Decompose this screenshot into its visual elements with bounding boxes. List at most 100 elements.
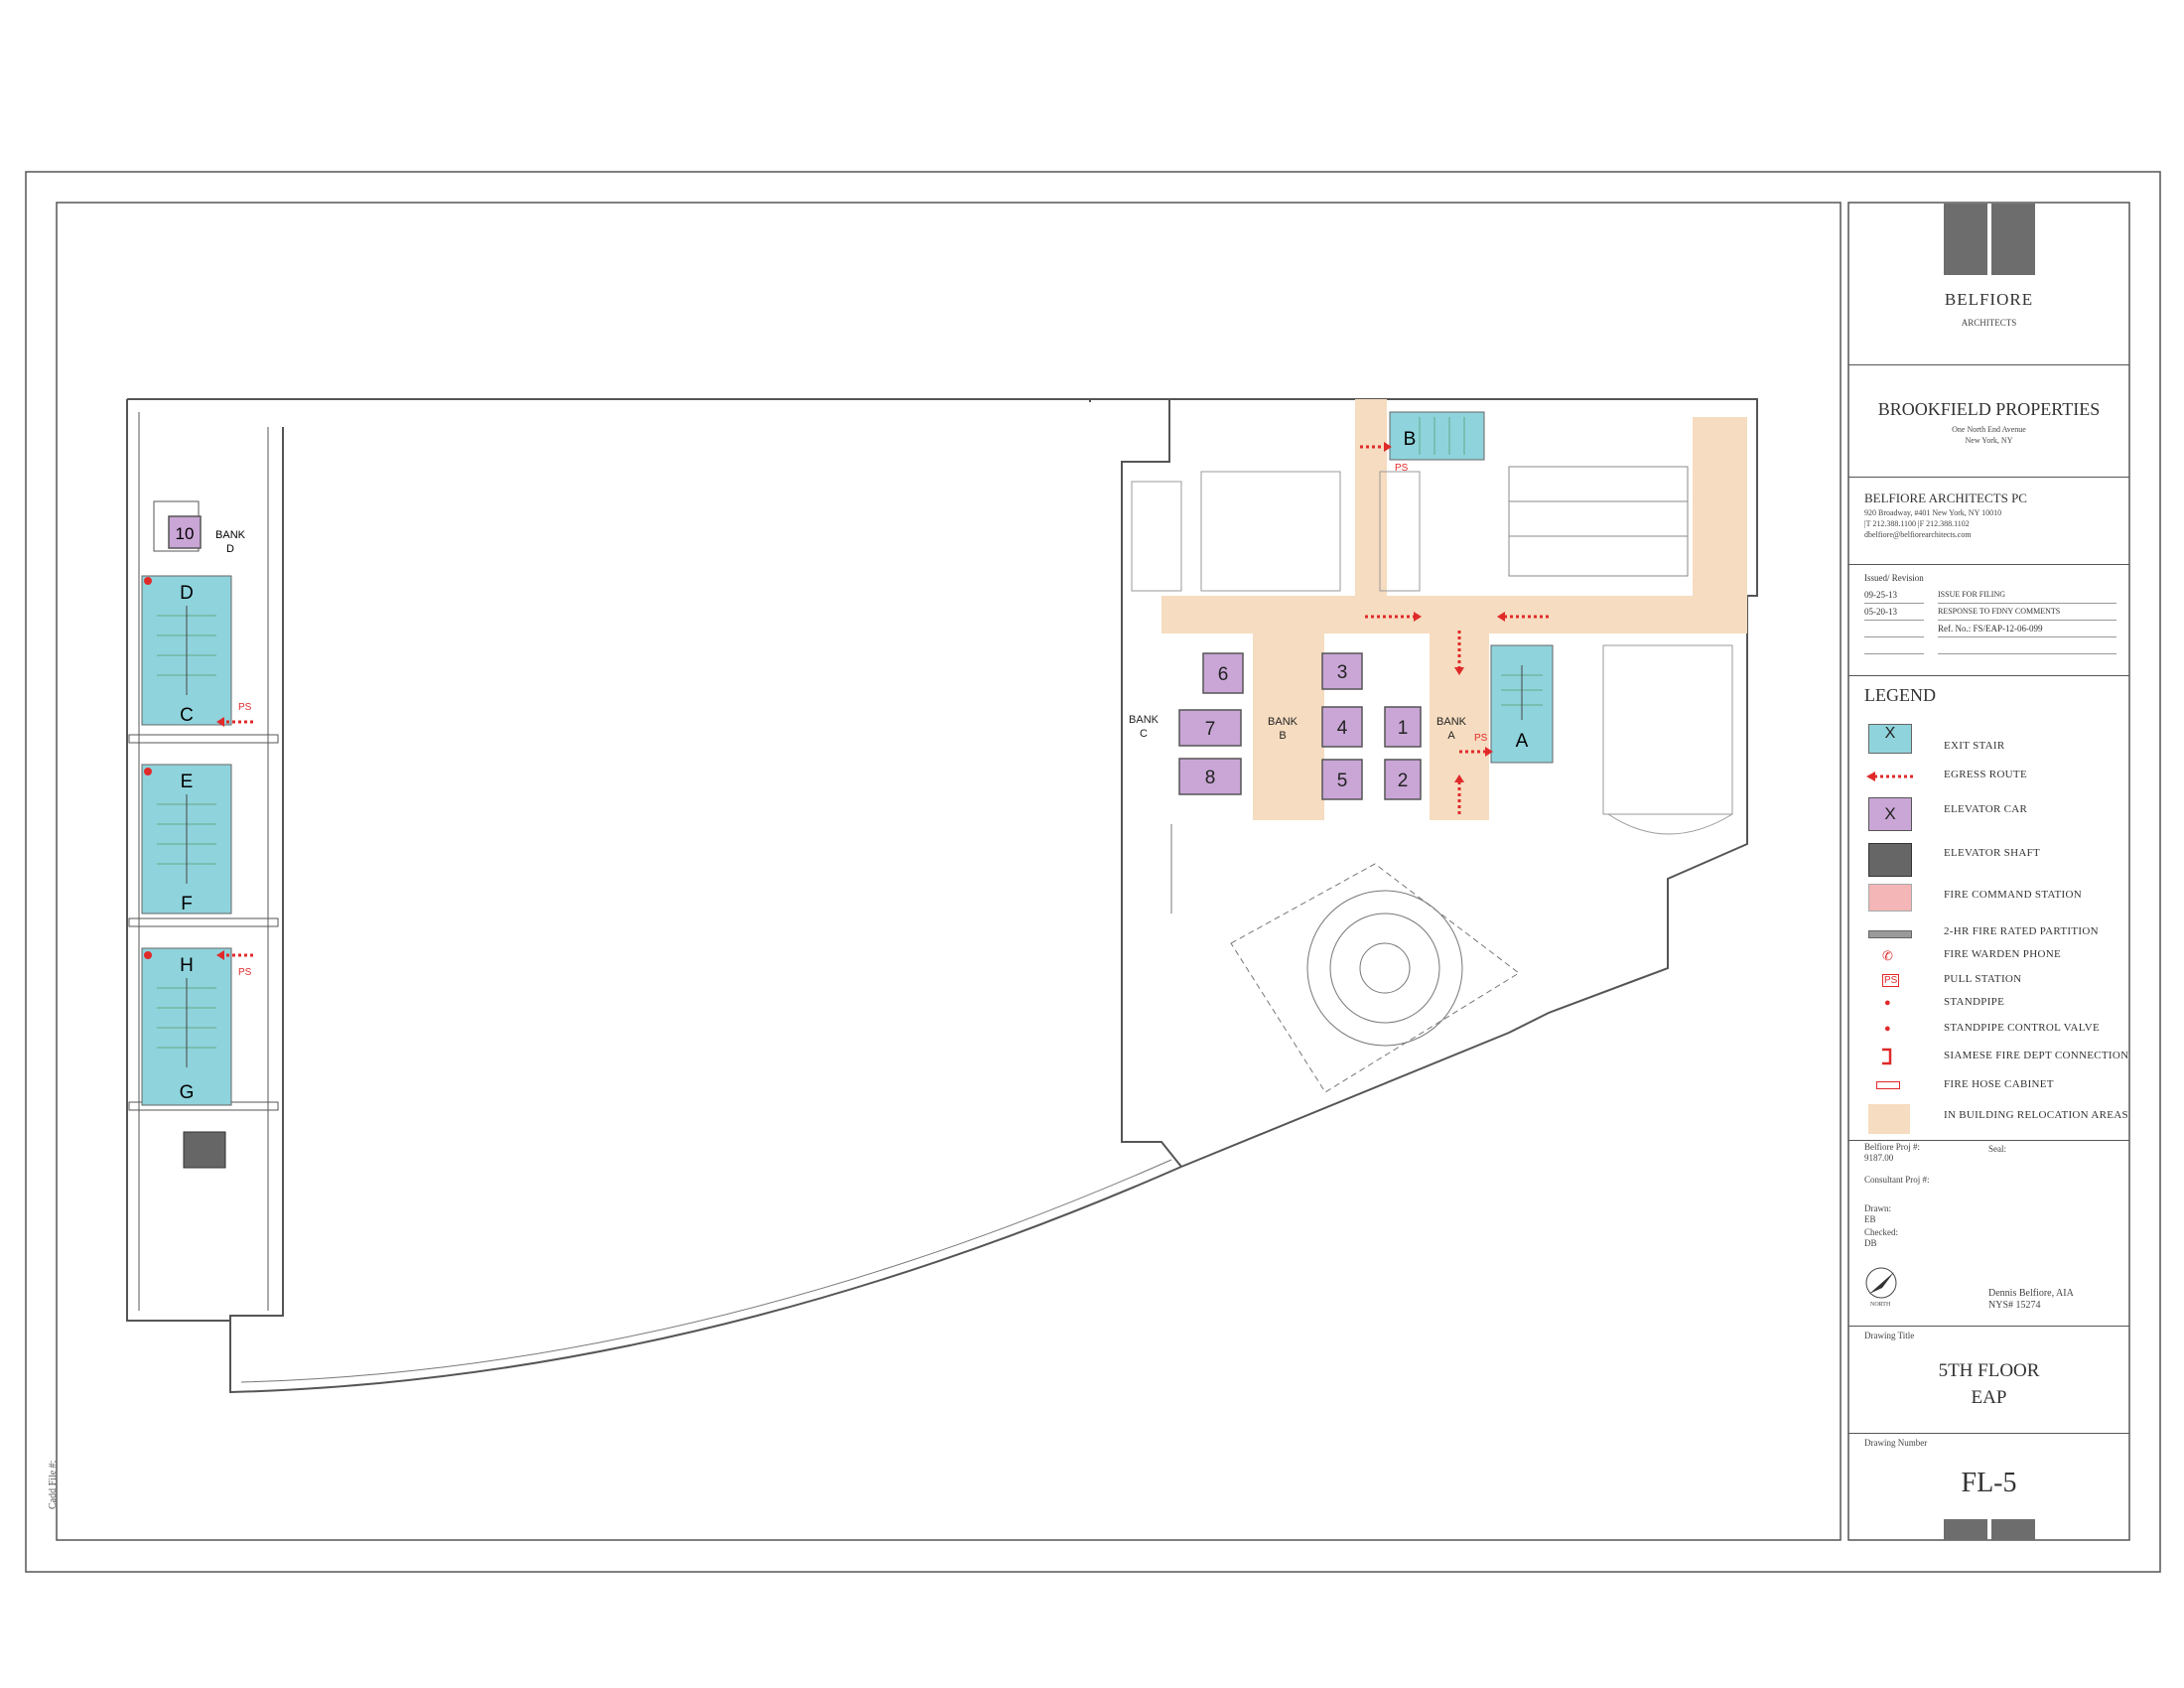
firm-logo-right	[1991, 204, 2035, 275]
proj-no: 9187.00	[1864, 1153, 1894, 1163]
client-addr2: New York, NY	[1965, 436, 2013, 445]
rev1-date: 09-25-13	[1864, 590, 1897, 600]
stair-label-f: F	[181, 894, 193, 914]
stair-label-g: G	[180, 1082, 195, 1103]
stair-label-c: C	[180, 705, 194, 726]
drawing-number-label: Drawing Number	[1864, 1438, 1928, 1448]
architect-name: Dennis Belfiore, AIA	[1988, 1288, 2074, 1299]
office-phone: |T 212.388.1100 |F 212.388.1102	[1864, 519, 1970, 528]
stair-label-h: H	[180, 955, 194, 976]
client-name: BROOKFIELD PROPERTIES	[1877, 399, 2101, 419]
legend-swatch-control-valve: ●	[1884, 1023, 1891, 1035]
rev2-date: 05-20-13	[1864, 607, 1897, 617]
checked-by: DB	[1864, 1238, 1877, 1248]
legend-swatch-warden-phone: ✆	[1882, 948, 1893, 963]
elevator-4: 4	[1337, 718, 1348, 739]
legend-label-elevator-shaft: ELEVATOR SHAFT	[1944, 847, 2041, 859]
legend-label-control-valve: STANDPIPE CONTROL VALVE	[1944, 1022, 2100, 1034]
svg-text:PS: PS	[1474, 733, 1488, 744]
lobby-rotunda	[1170, 824, 1520, 1093]
stair-label-b: B	[1404, 429, 1417, 450]
legend-swatch-exit-stair: X	[1868, 724, 1912, 754]
ref-no: Ref. No.: FS/EAP-12-06-099	[1938, 624, 2043, 633]
office-addr: 920 Broadway, #401 New York, NY 10010	[1864, 508, 2002, 517]
bank-a-label: BANK	[1436, 716, 1467, 728]
elevator-1: 1	[1398, 718, 1409, 739]
svg-text:A: A	[1447, 730, 1455, 742]
legend-label-elevator-car: ELEVATOR CAR	[1944, 803, 2028, 815]
svg-text:PS: PS	[238, 702, 252, 713]
legend-label-relocation: IN BUILDING RELOCATION AREAS	[1944, 1109, 2128, 1121]
firm-sub: ARCHITECTS	[1961, 318, 2017, 328]
issued-header: Issued/ Revision	[1864, 573, 1924, 583]
firm-name: BELFIORE	[1944, 290, 2034, 309]
west-wing	[126, 398, 1091, 1322]
south-curved-wall	[229, 1166, 1182, 1394]
svg-text:PS: PS	[238, 967, 252, 978]
legend-label-standpipe: STANDPIPE	[1944, 996, 2005, 1008]
legend-swatch-partition	[1868, 930, 1912, 938]
seal-label: Seal:	[1988, 1144, 2006, 1154]
legend-swatch-egress-route	[1866, 772, 1914, 781]
legend-swatch-relocation	[1868, 1104, 1910, 1134]
rev2-text: RESPONSE TO FDNY COMMENTS	[1938, 607, 2061, 616]
legend-label-warden-phone: FIRE WARDEN PHONE	[1944, 948, 2061, 960]
footer-logo-right	[1991, 1519, 2035, 1540]
legend-swatch-pull-station: PS	[1882, 974, 1900, 987]
svg-text:B: B	[1279, 730, 1286, 742]
legend-label-egress-route: EGRESS ROUTE	[1944, 769, 2027, 780]
svg-text:D: D	[226, 543, 234, 555]
legend-swatch-fire-command	[1868, 884, 1912, 912]
cadd-file-label: Cadd File #:	[48, 1461, 59, 1509]
north-label: NORTH	[1870, 1302, 1891, 1308]
legend-label-siamese: SIAMESE FIRE DEPT CONNECTION	[1944, 1050, 2129, 1061]
checked-label: Checked:	[1864, 1227, 1898, 1237]
svg-text:C: C	[1140, 728, 1148, 740]
escalators	[1508, 466, 1689, 577]
legend-label-pull-station: PULL STATION	[1944, 973, 2022, 985]
legend-title: LEGEND	[1864, 685, 1936, 705]
legend-swatch-standpipe: ●	[1884, 997, 1891, 1009]
client-addr1: One North End Avenue	[1952, 425, 2026, 434]
elevator-8: 8	[1205, 768, 1216, 788]
elevator-7: 7	[1205, 719, 1216, 740]
elevator-shaft-west	[183, 1131, 226, 1169]
north-arrow-icon	[1865, 1267, 1897, 1299]
drawing-title-label: Drawing Title	[1864, 1331, 1915, 1340]
bank-d-label: BANK	[215, 529, 246, 541]
rev1-text: ISSUE FOR FILING	[1938, 590, 2006, 599]
stair-label-e: E	[181, 772, 194, 792]
legend-label-hose-cabinet: FIRE HOSE CABINET	[1944, 1078, 2054, 1090]
legend-label-fire-command: FIRE COMMAND STATION	[1944, 889, 2082, 901]
office-email: dbelfiore@belfiorearchitects.com	[1864, 530, 1972, 539]
bank-c-label: BANK	[1129, 714, 1160, 726]
legend-label-partition: 2-HR FIRE RATED PARTITION	[1944, 925, 2099, 937]
elevator-3: 3	[1337, 662, 1348, 683]
drawing-number: FL-5	[1961, 1468, 2017, 1498]
legend-swatch-elevator-car: X	[1868, 797, 1912, 831]
consultant-label: Consultant Proj #:	[1864, 1175, 1930, 1185]
drawing-title-line2: EAP	[1971, 1387, 2007, 1408]
elevator-5: 5	[1337, 771, 1348, 791]
proj-label: Belfiore Proj #:	[1864, 1142, 1920, 1152]
office-name: BELFIORE ARCHITECTS PC	[1864, 491, 2027, 505]
bank-b-label: BANK	[1268, 716, 1298, 728]
drawn-by: EB	[1864, 1214, 1876, 1224]
elevator-6: 6	[1218, 664, 1229, 685]
architect-license: NYS# 15274	[1988, 1300, 2041, 1311]
legend-swatch-elevator-shaft	[1868, 843, 1912, 877]
sheet-inner-border	[56, 202, 1842, 1541]
legend-label-exit-stair: EXIT STAIR	[1944, 740, 2005, 752]
drawing-title-line1: 5TH FLOOR	[1938, 1360, 2040, 1381]
floor-plan-drawing: D C E F H G 10 BANK D PS PS B A 6 7 8 3 …	[25, 171, 2161, 1573]
stair-label-d: D	[180, 583, 194, 604]
legend-swatch-siamese	[1882, 1048, 1892, 1065]
elevator-2: 2	[1398, 771, 1409, 791]
firm-logo-left	[1944, 204, 1987, 275]
drawn-label: Drawn:	[1864, 1203, 1891, 1213]
stair-label-a: A	[1516, 731, 1529, 752]
legend-swatch-hose-cabinet	[1876, 1081, 1900, 1089]
svg-text:10: 10	[176, 524, 195, 543]
footer-logo-left	[1944, 1519, 1987, 1540]
relocation-areas	[1161, 399, 1747, 820]
